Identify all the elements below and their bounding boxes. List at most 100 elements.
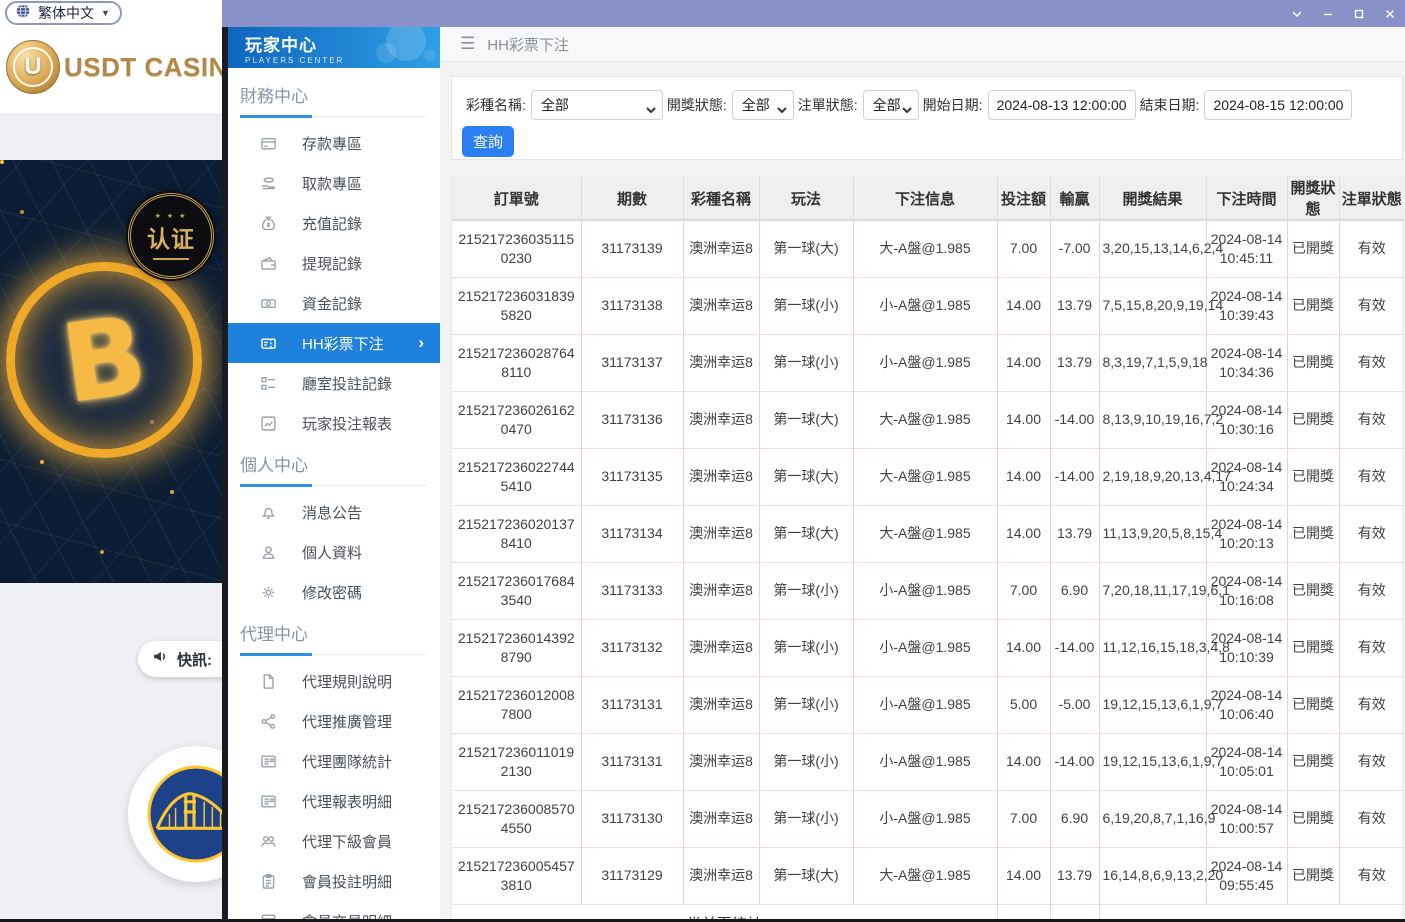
sidebar-item-存款專區[interactable]: 存款專區 bbox=[228, 123, 440, 163]
hamburger-icon[interactable]: ☰ bbox=[460, 34, 475, 54]
news-icon bbox=[258, 753, 278, 770]
draw-status-label: 開獎狀態: bbox=[667, 95, 727, 115]
table-cell: 有效 bbox=[1339, 562, 1404, 619]
usdt-coin-icon: U bbox=[6, 40, 60, 94]
order-status-select[interactable]: 全部 bbox=[863, 90, 919, 120]
table-cell: 第一球(大) bbox=[759, 391, 853, 448]
search-button[interactable]: 查詢 bbox=[462, 126, 514, 157]
window-titlebar bbox=[222, 0, 1405, 27]
sidebar-item-資金記錄[interactable]: 資金記錄 bbox=[228, 283, 440, 323]
sidebar-item-個人資料[interactable]: 個人資料 bbox=[228, 532, 440, 572]
sidebar-item-代理報表明細[interactable]: 代理報表明細 bbox=[228, 781, 440, 821]
user-icon bbox=[258, 544, 278, 561]
table-cell: 有效 bbox=[1339, 733, 1404, 790]
close-icon[interactable] bbox=[1374, 0, 1405, 27]
table-cell: 2152172360143928790 bbox=[452, 619, 581, 676]
table-cell: 有效 bbox=[1339, 220, 1404, 277]
draw-status-select[interactable]: 全部 bbox=[732, 90, 794, 120]
sidebar-item-會員投註明細[interactable]: 會員投註明細 bbox=[228, 861, 440, 901]
news-ticker[interactable]: 快訊: bbox=[138, 641, 222, 677]
lottery-ticket-icon bbox=[258, 335, 278, 352]
withdraw-hand-icon bbox=[258, 175, 278, 192]
table-cell: 31173131 bbox=[581, 733, 683, 790]
sidebar-item-label: 存款專區 bbox=[302, 133, 362, 154]
sidebar-menu: 財務中心存款專區取款專區充值記錄提現記錄資金記錄HH彩票下注›廳室投註記錄玩家投… bbox=[228, 68, 440, 922]
table-row: 215217236005457381031173129澳洲幸运8第一球(大)大-… bbox=[452, 847, 1404, 904]
sidebar-item-label: 個人資料 bbox=[302, 542, 362, 563]
table-cell: -5.00 bbox=[1050, 676, 1099, 733]
table-cell: 澳洲幸运8 bbox=[683, 562, 759, 619]
column-header: 玩法 bbox=[759, 177, 853, 220]
column-header: 下注時間 bbox=[1206, 177, 1287, 220]
section-underline bbox=[240, 482, 426, 486]
chevron-down-icon: ▼ bbox=[101, 8, 110, 18]
table-cell: 8,13,9,10,19,16,7,2 bbox=[1099, 391, 1206, 448]
table-cell: 14.00 bbox=[997, 334, 1050, 391]
table-cell: 小-A盤@1.985 bbox=[853, 790, 997, 847]
table-cell: 31173133 bbox=[581, 562, 683, 619]
table-cell: 2152172360351150230 bbox=[452, 220, 581, 277]
table-cell: 第一球(小) bbox=[759, 562, 853, 619]
table-cell: 14.00 bbox=[997, 277, 1050, 334]
sidebar-item-消息公告[interactable]: 消息公告 bbox=[228, 492, 440, 532]
table-cell: 大-A盤@1.985 bbox=[853, 220, 997, 277]
sidebar-item-label: 代理推廣管理 bbox=[302, 711, 392, 732]
table-cell: 第一球(大) bbox=[759, 505, 853, 562]
sidebar-item-修改密碼[interactable]: 修改密碼 bbox=[228, 572, 440, 612]
minimize-icon[interactable] bbox=[1312, 0, 1343, 27]
table-cell: 6.90 bbox=[1050, 562, 1099, 619]
table-cell: 有效 bbox=[1339, 334, 1404, 391]
section-title: 代理中心 bbox=[228, 612, 440, 651]
end-date-input[interactable] bbox=[1204, 90, 1352, 120]
table-cell: 大-A盤@1.985 bbox=[853, 847, 997, 904]
sidebar-item-代理規則說明[interactable]: 代理規則說明 bbox=[228, 661, 440, 701]
table-cell: 澳洲幸运8 bbox=[683, 676, 759, 733]
table-cell: 已開獎 bbox=[1287, 733, 1339, 790]
table-cell: 澳洲幸运8 bbox=[683, 220, 759, 277]
table-cell: 有效 bbox=[1339, 277, 1404, 334]
sidebar-item-代理下級會員[interactable]: 代理下級會員 bbox=[228, 821, 440, 861]
column-header: 下注信息 bbox=[853, 177, 997, 220]
table-row: 215217236020137841031173134澳洲幸运8第一球(大)大-… bbox=[452, 505, 1404, 562]
lottery-name-select[interactable]: 全部 bbox=[531, 90, 663, 120]
speaker-icon bbox=[152, 648, 169, 670]
chevron-down-icon[interactable] bbox=[1281, 0, 1312, 27]
table-cell: 6,19,20,8,7,1,16,9 bbox=[1099, 790, 1206, 847]
bitcoin-coin-icon: B bbox=[6, 262, 202, 458]
deposit-card-icon bbox=[258, 135, 278, 152]
sidebar-item-取款專區[interactable]: 取款專區 bbox=[228, 163, 440, 203]
sidebar-item-代理團隊統計[interactable]: 代理團隊統計 bbox=[228, 741, 440, 781]
sidebar-item-HH彩票下注[interactable]: HH彩票下注› bbox=[228, 323, 440, 363]
table-cell: 澳洲幸运8 bbox=[683, 277, 759, 334]
moneybag-icon bbox=[258, 215, 278, 232]
sidebar-item-廳室投註記錄[interactable]: 廳室投註記錄 bbox=[228, 363, 440, 403]
table-cell: 已開獎 bbox=[1287, 277, 1339, 334]
sidebar-item-充值記錄[interactable]: 充值記錄 bbox=[228, 203, 440, 243]
brand-name: USDT CASINO bbox=[64, 52, 222, 83]
table-cell: 大-A盤@1.985 bbox=[853, 448, 997, 505]
sidebar-item-代理推廣管理[interactable]: 代理推廣管理 bbox=[228, 701, 440, 741]
start-date-input[interactable] bbox=[988, 90, 1136, 120]
table-cell: 小-A盤@1.985 bbox=[853, 733, 997, 790]
table-cell: 已開獎 bbox=[1287, 619, 1339, 676]
table-cell: 7,20,18,11,17,19,6,1 bbox=[1099, 562, 1206, 619]
section-underline bbox=[240, 651, 426, 655]
lottery-name-label: 彩種名稱: bbox=[466, 95, 526, 115]
table-cell: 小-A盤@1.985 bbox=[853, 619, 997, 676]
sidebar-item-玩家投注報表[interactable]: 玩家投注報表 bbox=[228, 403, 440, 443]
table-cell: -14.00 bbox=[1050, 391, 1099, 448]
column-header: 輸贏 bbox=[1050, 177, 1099, 220]
column-header: 期數 bbox=[581, 177, 683, 220]
table-cell: 31173132 bbox=[581, 619, 683, 676]
table-cell: 2152172360110192130 bbox=[452, 733, 581, 790]
sidebar-item-提現記錄[interactable]: 提現記錄 bbox=[228, 243, 440, 283]
maximize-icon[interactable] bbox=[1343, 0, 1374, 27]
gear-icon bbox=[258, 584, 278, 601]
table-cell: 2,19,18,9,20,13,4,17 bbox=[1099, 448, 1206, 505]
table-cell: 有效 bbox=[1339, 391, 1404, 448]
column-header: 開獎狀態 bbox=[1287, 177, 1339, 220]
table-cell: -14.00 bbox=[1050, 448, 1099, 505]
bets-table: 訂單號期數彩種名稱玩法下注信息投注額輸贏開獎結果下注時間開獎狀態注單狀態2152… bbox=[452, 177, 1404, 922]
report-chart-icon bbox=[258, 415, 278, 432]
language-selector[interactable]: 繁体中文 ▼ bbox=[5, 1, 122, 25]
